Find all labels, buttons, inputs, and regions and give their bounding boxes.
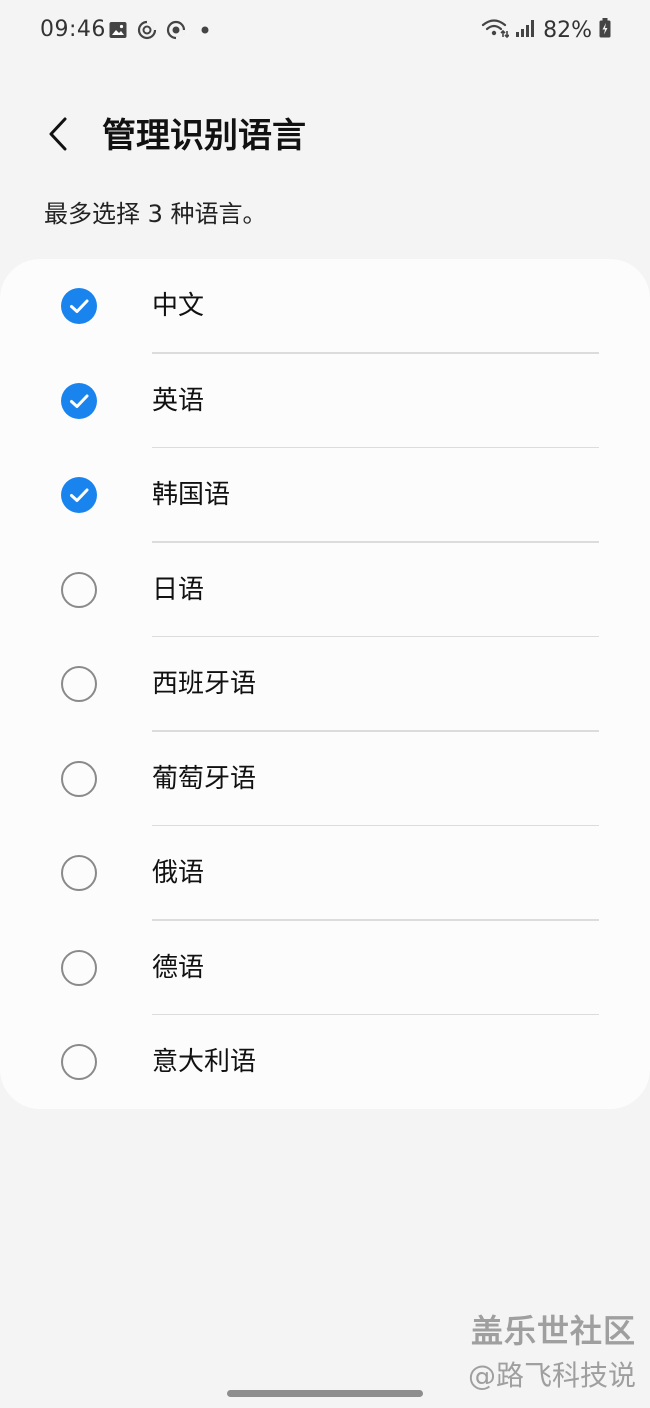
empty-circle-icon	[61, 760, 97, 797]
app-header: 管理识别语言	[0, 100, 650, 172]
language-row[interactable]: 葡萄牙语	[0, 732, 650, 826]
language-row[interactable]: 韩国语	[0, 448, 650, 543]
checkbox-checked[interactable]	[61, 477, 97, 513]
watermark-title: 盖乐世社区	[470, 1312, 636, 1350]
wifi-icon	[481, 17, 510, 43]
battery-percent: 82%	[543, 17, 592, 43]
language-label: 韩国语	[152, 480, 231, 510]
empty-circle-icon	[61, 1044, 97, 1080]
system-status: 82%	[481, 17, 612, 43]
checkmark-icon	[61, 288, 97, 324]
checkmark-icon	[61, 477, 97, 513]
sync-icon	[166, 20, 186, 44]
image-icon	[108, 20, 128, 44]
checkbox-unchecked[interactable]	[61, 760, 97, 797]
sync-icon	[137, 20, 157, 44]
checkbox-checked[interactable]	[61, 288, 97, 324]
checkbox-unchecked[interactable]	[61, 1044, 97, 1080]
language-label: 中文	[152, 291, 205, 321]
checkbox-checked[interactable]	[61, 382, 97, 419]
back-button[interactable]	[36, 112, 80, 160]
screen: 09:46 82% 管理识别语言 最多选择 3 种语言。 中文 英语 韩国语 日…	[0, 0, 650, 1408]
empty-circle-icon	[61, 571, 97, 608]
checkbox-unchecked[interactable]	[61, 855, 97, 891]
checkmark-icon	[61, 382, 97, 419]
language-list: 中文英语韩国语日语西班牙语葡萄牙语俄语德语意大利语	[0, 259, 650, 1109]
language-row[interactable]: 日语	[0, 543, 650, 637]
selection-hint: 最多选择 3 种语言。	[44, 200, 267, 228]
empty-circle-icon	[61, 855, 97, 891]
language-label: 日语	[152, 574, 205, 605]
language-row[interactable]: 中文	[0, 259, 650, 354]
battery-icon	[598, 17, 612, 43]
language-row[interactable]: 英语	[0, 354, 650, 448]
home-indicator[interactable]	[227, 1390, 423, 1397]
language-label: 西班牙语	[152, 669, 257, 699]
watermark-author: @路飞科技说	[467, 1359, 636, 1392]
language-row[interactable]: 俄语	[0, 826, 650, 921]
language-row[interactable]: 西班牙语	[0, 637, 650, 732]
language-label: 葡萄牙语	[152, 763, 257, 794]
empty-circle-icon	[61, 666, 97, 702]
page-title: 管理识别语言	[102, 116, 306, 156]
status-bar: 09:46 82%	[0, 0, 650, 62]
dot-icon	[195, 20, 215, 44]
language-row[interactable]: 意大利语	[0, 1015, 650, 1109]
chevron-left-icon	[46, 116, 70, 156]
signal-icon	[515, 18, 537, 42]
language-row[interactable]: 德语	[0, 921, 650, 1015]
empty-circle-icon	[61, 949, 97, 986]
checkbox-unchecked[interactable]	[61, 571, 97, 608]
language-label: 英语	[152, 385, 205, 416]
language-label: 意大利语	[152, 1047, 257, 1077]
status-time: 09:46	[40, 17, 106, 42]
checkbox-unchecked[interactable]	[61, 949, 97, 986]
language-label: 俄语	[152, 858, 205, 888]
language-label: 德语	[152, 952, 205, 983]
checkbox-unchecked[interactable]	[61, 666, 97, 702]
notification-icons	[108, 20, 215, 44]
